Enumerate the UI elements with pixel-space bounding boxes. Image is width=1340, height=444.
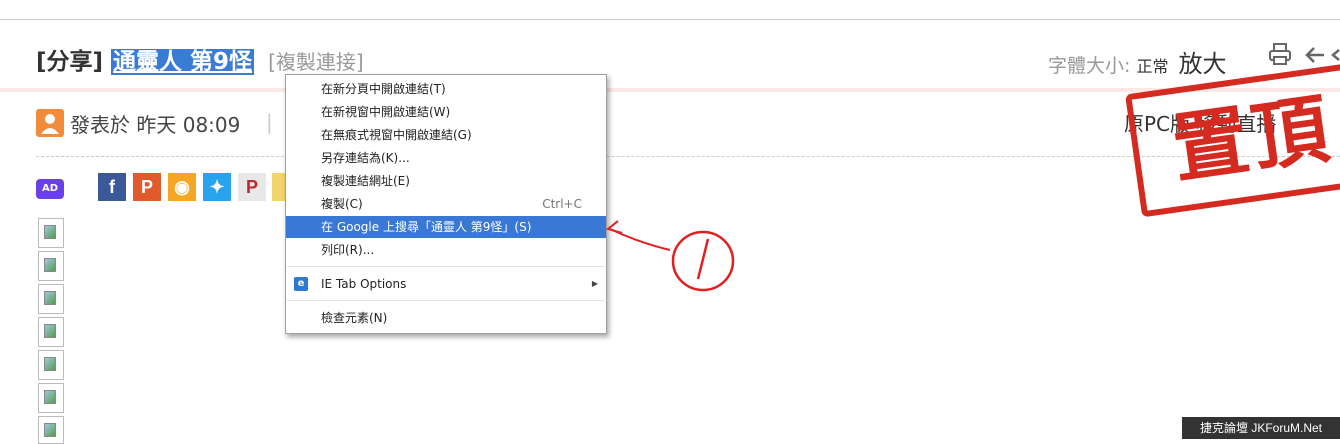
menu-item-label: 複製連結網址(E)	[321, 174, 410, 188]
broken-image[interactable]	[38, 416, 64, 444]
menu-item-label: 在 Google 上搜尋「通靈人 第9怪」(S)	[321, 220, 532, 234]
menu-copy[interactable]: 複製(C) Ctrl+C	[286, 193, 606, 215]
menu-item-label: 列印(R)...	[321, 243, 375, 257]
menu-ie-tab-options[interactable]: e IE Tab Options ▶	[286, 273, 606, 295]
menu-print[interactable]: 列印(R)...	[286, 239, 606, 261]
plurk-share-icon[interactable]: P	[133, 173, 161, 201]
menu-inspect-element[interactable]: 檢查元素(N)	[286, 307, 606, 329]
menu-item-label: 檢查元素(N)	[321, 311, 388, 325]
font-size-label: 字體大小:	[1048, 55, 1131, 77]
pinterest-share-icon[interactable]: P	[238, 173, 266, 201]
plurk-glyph: P	[140, 177, 153, 197]
menu-item-label: 複製(C)	[321, 197, 363, 211]
context-menu: 在新分頁中開啟連結(T) 在新視窗中開啟連結(W) 在無痕式視窗中開啟連結(G)…	[285, 74, 607, 334]
watermark: 捷克論壇 JKForuM.Net	[1182, 417, 1340, 439]
ie-tab-icon: e	[294, 277, 308, 291]
broken-image[interactable]	[38, 383, 64, 413]
broken-image[interactable]	[38, 284, 64, 314]
info-separator: |	[266, 110, 273, 134]
broken-image[interactable]	[38, 218, 64, 248]
weibo-glyph: ◉	[174, 177, 190, 197]
twitter-share-icon[interactable]: ✦	[203, 173, 231, 201]
menu-search-google[interactable]: 在 Google 上搜尋「通靈人 第9怪」(S)	[286, 216, 606, 238]
menu-item-label: IE Tab Options	[321, 277, 407, 291]
twitter-glyph: ✦	[209, 177, 225, 197]
star-share-icon[interactable]	[272, 173, 286, 201]
pinned-stamp-text: 置頂	[1125, 61, 1340, 218]
facebook-glyph: f	[109, 177, 115, 197]
weibo-share-icon[interactable]: ◉	[168, 173, 196, 201]
submenu-arrow-icon: ▶	[591, 279, 598, 288]
menu-separator	[287, 300, 605, 301]
title-link-selected[interactable]: 通靈人 第9怪	[111, 49, 255, 75]
facebook-share-icon[interactable]: f	[98, 173, 126, 201]
top-divider	[0, 19, 1340, 20]
menu-item-shortcut: Ctrl+C	[542, 197, 582, 211]
font-normal-button[interactable]: 正常	[1136, 57, 1168, 76]
menu-open-new-window[interactable]: 在新視窗中開啟連結(W)	[286, 101, 606, 123]
menu-copy-link-address[interactable]: 複製連結網址(E)	[286, 170, 606, 192]
menu-open-incognito[interactable]: 在無痕式視窗中開啟連結(G)	[286, 124, 606, 146]
user-icon	[41, 114, 59, 134]
pinterest-glyph: P	[245, 177, 258, 197]
broken-image[interactable]	[38, 251, 64, 281]
menu-item-label: 在無痕式視窗中開啟連結(G)	[321, 128, 472, 142]
avatar[interactable]	[36, 109, 64, 137]
menu-item-label: 另存連結為(K)...	[321, 151, 410, 165]
copy-link-button[interactable]: [複製連接]	[268, 50, 364, 74]
menu-save-link-as[interactable]: 另存連結為(K)...	[286, 147, 606, 169]
post-time: 發表於 昨天 08:09	[70, 113, 241, 137]
thread-title: [分享] 通靈人 第9怪 [複製連接]	[36, 42, 364, 76]
title-prefix: [分享]	[36, 49, 104, 75]
ad-badge[interactable]: AD	[36, 179, 64, 199]
broken-image[interactable]	[38, 350, 64, 380]
menu-item-label: 在新視窗中開啟連結(W)	[321, 105, 451, 119]
annotation-arrow	[605, 220, 735, 292]
menu-item-label: 在新分頁中開啟連結(T)	[321, 82, 446, 96]
menu-open-new-tab[interactable]: 在新分頁中開啟連結(T)	[286, 78, 606, 100]
broken-image[interactable]	[38, 317, 64, 347]
menu-separator	[287, 266, 605, 267]
